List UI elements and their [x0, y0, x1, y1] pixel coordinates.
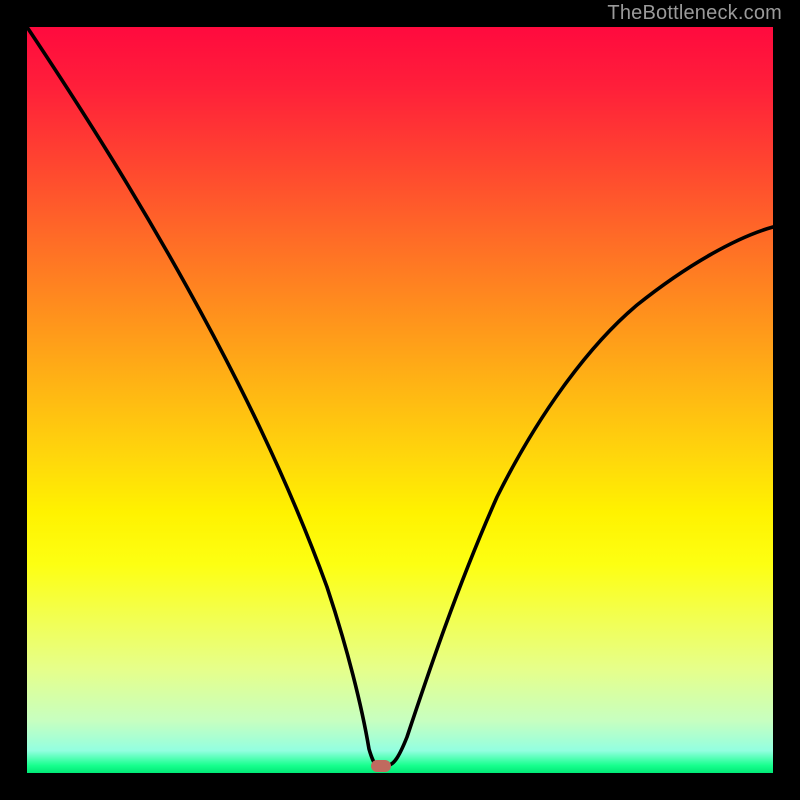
- watermark-text: TheBottleneck.com: [607, 2, 782, 25]
- bottleneck-curve: [27, 27, 773, 773]
- curve-path: [27, 27, 773, 765]
- optimum-marker: [371, 760, 391, 772]
- plot-area: [27, 27, 773, 773]
- chart-frame: TheBottleneck.com: [0, 0, 800, 800]
